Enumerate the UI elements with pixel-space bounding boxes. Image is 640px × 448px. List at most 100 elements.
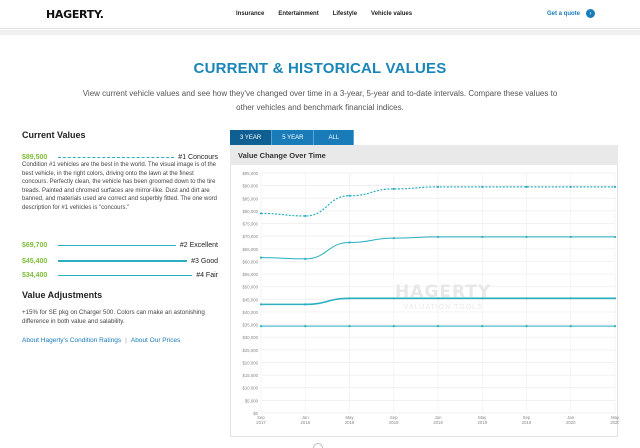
tab-5-year[interactable]: 5 YEAR <box>272 130 315 145</box>
x-tick-label: 2019 <box>477 420 487 425</box>
data-point-fair <box>613 324 617 328</box>
data-point-excellent <box>525 235 528 239</box>
data-point-concours <box>392 187 395 191</box>
get-a-quote-label: Get a quote <box>547 10 581 17</box>
data-point-excellent <box>259 256 263 259</box>
excellent-amount: $69,700 <box>22 241 48 249</box>
y-tick-label: $10,000 <box>242 386 258 391</box>
y-tick-label: $45,000 <box>242 297 258 302</box>
chart-header: Value Change Over Time <box>230 145 618 165</box>
concours-label: #1 Concours <box>178 153 218 161</box>
main-nav: Insurance Entertainment Lifestyle Vehicl… <box>236 11 412 17</box>
tab-all[interactable]: ALL <box>314 130 355 145</box>
y-tick-label: $50,000 <box>242 285 258 290</box>
nav-entertainment[interactable]: Entertainment <box>278 11 318 17</box>
data-point-fair <box>259 324 263 328</box>
x-tick-label: 2020 <box>610 420 619 425</box>
watermark-subtitle: VALUATION TOOLS <box>403 304 483 311</box>
data-point-concours <box>481 185 484 188</box>
fair-row[interactable]: $34,400 #4 Fair <box>22 270 218 280</box>
data-point-excellent <box>613 235 617 239</box>
concours-amount: $89,500 <box>22 153 48 161</box>
data-point-excellent <box>481 235 484 239</box>
scroll-indicator[interactable] <box>313 443 323 448</box>
x-tick-label: 2018 <box>300 420 310 425</box>
data-point-excellent <box>436 235 440 239</box>
get-a-quote-button[interactable]: Get a quote › <box>547 9 596 18</box>
good-amount: $45,400 <box>22 257 48 265</box>
fair-legend-line <box>58 274 193 276</box>
condition-description: Condition #1 vehicles are the best in th… <box>22 162 218 211</box>
data-point-fair <box>481 324 484 328</box>
about-prices-link[interactable]: About Our Prices <box>131 337 181 344</box>
x-tick-label: 2019 <box>522 420 532 425</box>
x-tick-label: 2019 <box>433 420 443 425</box>
excellent-legend-line <box>58 244 176 246</box>
link-separator: | <box>125 337 127 344</box>
page-title: CURRENT & HISTORICAL VALUES <box>193 60 447 77</box>
x-tick-label: 2020 <box>566 420 576 425</box>
y-tick-label: $75,000 <box>242 222 258 227</box>
data-point-concours <box>525 185 528 188</box>
data-point-good <box>525 297 528 300</box>
data-point-good <box>348 297 351 300</box>
y-tick-label: $5,000 <box>245 398 259 403</box>
good-row[interactable]: $45,400 #3 Good <box>22 256 218 266</box>
y-tick-label: $90,000 <box>242 184 258 189</box>
data-point-concours <box>304 214 307 218</box>
good-label: #3 Good <box>191 257 218 265</box>
chevron-right-icon: › <box>586 9 596 18</box>
data-point-concours <box>569 185 572 188</box>
fair-amount: $34,400 <box>22 271 48 279</box>
concours-legend-line <box>58 156 175 158</box>
y-tick-label: $20,000 <box>242 360 258 365</box>
about-links: About Hagerty's Condition Ratings | About … <box>22 337 180 344</box>
chart-title: Value Change Over Time <box>238 151 326 160</box>
nav-insurance[interactable]: Insurance <box>236 11 264 17</box>
data-point-fair <box>304 324 307 328</box>
y-tick-label: $25,000 <box>242 348 258 353</box>
current-values-heading: Current Values <box>22 130 86 140</box>
data-point-excellent <box>569 235 572 239</box>
hagerty-watermark: HAGERTY VALUATION TOOLS <box>395 282 491 311</box>
y-tick-label: $60,000 <box>242 259 258 264</box>
tab-3-year[interactable]: 3 YEAR <box>230 130 273 145</box>
data-point-concours <box>436 185 440 188</box>
y-tick-label: $80,000 <box>242 209 258 214</box>
data-point-good <box>304 303 307 306</box>
header-band <box>0 30 640 35</box>
y-tick-label: $40,000 <box>242 310 258 315</box>
fair-label: #4 Fair <box>196 271 218 279</box>
data-point-concours <box>613 185 617 188</box>
y-tick-label: $70,000 <box>242 234 258 239</box>
data-point-fair <box>436 324 440 328</box>
x-tick-label: 2018 <box>389 420 399 425</box>
value-adjustments-heading: Value Adjustments <box>22 290 103 300</box>
x-tick-label: 2018 <box>345 420 355 425</box>
value-adjustments-text: +15% for SE pkg on Charger 500. Colors c… <box>22 309 205 325</box>
y-tick-label: $95,000 <box>242 171 258 176</box>
data-point-excellent <box>304 257 307 260</box>
excellent-row[interactable]: $69,700 #2 Excellent <box>22 240 218 250</box>
y-tick-label: $85,000 <box>242 196 258 201</box>
data-point-fair <box>392 324 395 328</box>
condition-ratings-link[interactable]: About Hagerty's Condition Ratings <box>22 337 121 344</box>
x-tick-label: 2017 <box>256 420 266 425</box>
data-point-excellent <box>392 237 395 240</box>
y-tick-label: $55,000 <box>242 272 258 277</box>
y-tick-label: $35,000 <box>242 323 258 328</box>
good-legend-line <box>58 260 188 262</box>
y-tick-label: $30,000 <box>242 335 258 340</box>
interval-tabs: 3 YEAR 5 YEAR ALL <box>230 130 355 145</box>
data-point-good <box>613 297 617 300</box>
data-point-fair <box>569 324 572 328</box>
data-point-good <box>259 303 263 306</box>
data-point-concours <box>259 212 263 215</box>
nav-lifestyle[interactable]: Lifestyle <box>333 11 357 17</box>
nav-vehicle-values[interactable]: Vehicle values <box>371 11 412 17</box>
data-point-excellent <box>348 241 351 244</box>
y-tick-label: $65,000 <box>242 247 258 252</box>
hagerty-logo[interactable]: HAGERTY. <box>46 8 104 21</box>
y-tick-label: $15,000 <box>242 373 258 378</box>
data-point-concours <box>348 194 351 197</box>
